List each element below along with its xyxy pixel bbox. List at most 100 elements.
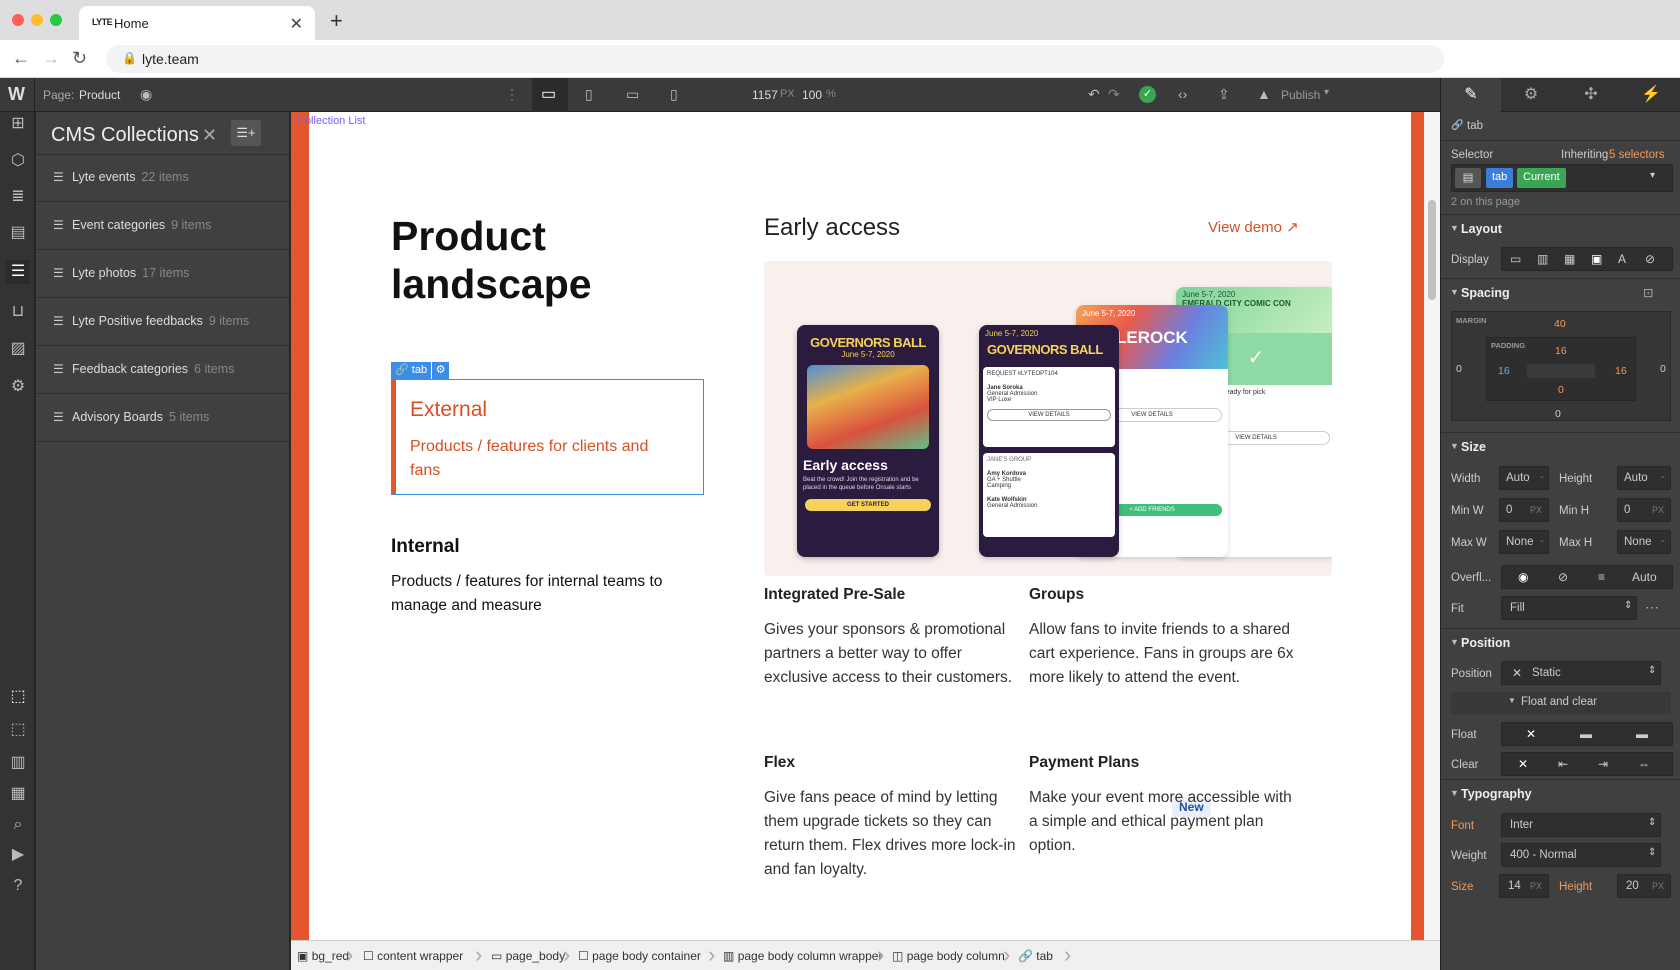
size-section-header[interactable]: ▼ Size <box>1441 432 1680 460</box>
collection-item[interactable]: ☰ Event categories 9 items <box>36 202 290 250</box>
style-manager-icon[interactable]: ✣ <box>1561 78 1621 112</box>
width-field[interactable]: Auto - <box>1499 466 1549 490</box>
webflow-logo-icon[interactable]: W <box>8 84 25 105</box>
grid-overlay-icon[interactable]: ▥ <box>6 751 30 775</box>
maximize-window-button[interactable] <box>50 14 62 26</box>
margin-bottom-value[interactable]: 0 <box>1555 408 1561 420</box>
close-window-button[interactable] <box>12 14 24 26</box>
symbols-cube-icon[interactable]: ⬡ <box>6 149 30 173</box>
collection-item[interactable]: ☰ Feedback categories 6 items <box>36 346 290 394</box>
collection-item[interactable]: ☰ Advisory Boards 5 items <box>36 394 290 442</box>
overflow-auto-button[interactable]: Auto <box>1632 570 1657 584</box>
clear-right-icon[interactable]: ⇥ <box>1598 757 1608 771</box>
page-name[interactable]: Product <box>79 88 120 102</box>
add-collection-button[interactable]: ☰+ <box>231 120 261 146</box>
selector-field[interactable]: ▤ tab Current ▾ <box>1451 164 1673 192</box>
collection-item[interactable]: ☰ Lyte photos 17 items <box>36 250 290 298</box>
clear-left-icon[interactable]: ⇤ <box>1558 757 1568 771</box>
clear-none-icon[interactable]: ✕ <box>1518 757 1528 771</box>
float-clear-toggle[interactable]: ▼ Float and clear <box>1451 692 1671 714</box>
padding-bottom-value[interactable]: 0 <box>1558 384 1564 396</box>
publish-chevron-down-icon[interactable]: ▾ <box>1324 87 1329 98</box>
tab-internal-desc[interactable]: Products / features for internal teams t… <box>391 570 681 618</box>
cms-database-icon[interactable]: ☰ <box>6 260 30 284</box>
selector-chevron-down-icon[interactable]: ▾ <box>1650 170 1655 181</box>
font-size-field[interactable]: 14 PX <box>1499 874 1549 898</box>
overflow-scroll-icon[interactable]: ≡ <box>1598 570 1605 584</box>
redo-icon[interactable]: ↷ <box>1108 86 1120 103</box>
style-brush-icon[interactable]: ✎ <box>1441 78 1501 112</box>
preview-eye-icon[interactable]: ◉ <box>140 86 152 103</box>
display-block-icon[interactable]: ▭ <box>1510 252 1521 266</box>
display-flex-icon[interactable]: ▥ <box>1537 252 1548 266</box>
canvas-width-value[interactable]: 1157 <box>752 88 778 102</box>
fit-select[interactable]: Fill ⇕ <box>1501 596 1637 620</box>
close-tab-icon[interactable]: ✕ <box>290 14 303 34</box>
selector-chip-current[interactable]: Current <box>1517 168 1566 188</box>
interactions-bolt-icon[interactable]: ⚡ <box>1621 78 1680 112</box>
spacing-section-header[interactable]: ▼ Spacing ⊡ <box>1441 278 1680 306</box>
code-icon[interactable]: ‹› <box>1178 86 1187 102</box>
select-cursor-icon[interactable]: ⬚ <box>6 685 30 709</box>
settings-gear-icon[interactable]: ⚙ <box>6 375 30 399</box>
breadcrumb-item[interactable]: ▭ page_body <box>491 949 565 963</box>
search-icon[interactable]: ⌕ <box>6 813 30 837</box>
forward-icon[interactable]: → <box>42 48 60 69</box>
settings-gear-icon[interactable]: ⚙ <box>1501 78 1561 112</box>
breadcrumb-item[interactable]: ▥ page body column wrapper <box>723 949 882 963</box>
design-canvas[interactable]: Collection List Product landscape 🔗 tab … <box>291 112 1440 940</box>
scrollbar-thumb[interactable] <box>1428 200 1436 300</box>
min-width-field[interactable]: 0 PX <box>1499 498 1549 522</box>
margin-left-value[interactable]: 0 <box>1456 363 1462 375</box>
layout-panel-icon[interactable]: ▦ <box>6 782 30 806</box>
display-inline-block-icon[interactable]: ▣ <box>1591 252 1602 266</box>
overflow-visible-eye-icon[interactable]: ◉ <box>1518 570 1528 584</box>
breadcrumb-item[interactable]: ☐ content wrapper <box>363 949 463 963</box>
collection-item[interactable]: ☰ Lyte Positive feedbacks 9 items <box>36 298 290 346</box>
product-landscape-heading[interactable]: Product landscape <box>391 212 651 308</box>
add-elements-icon[interactable]: ⊞ <box>6 112 30 136</box>
padding-top-value[interactable]: 16 <box>1555 345 1567 357</box>
breakpoint-tablet-icon[interactable]: ▯ <box>585 86 593 103</box>
display-inline-icon[interactable]: A <box>1618 252 1626 266</box>
element-settings-icon[interactable]: ⚙ <box>432 362 449 379</box>
publish-button[interactable]: Publish <box>1281 88 1320 102</box>
breadcrumb-item[interactable]: 🔗 tab <box>1018 949 1053 963</box>
inheriting-selectors-link[interactable]: 5 selectors <box>1609 149 1665 161</box>
position-select[interactable]: ✕ Static ⇕ <box>1501 661 1661 685</box>
video-tutorials-icon[interactable]: ▶ <box>6 843 30 867</box>
float-left-icon[interactable]: ▬ <box>1580 727 1592 741</box>
preview-selection-icon[interactable]: ⬚ <box>6 718 30 742</box>
browser-tab[interactable]: LYTE Home ✕ <box>79 6 315 40</box>
selector-type-icon[interactable]: ▤ <box>1455 168 1481 188</box>
display-grid-icon[interactable]: ▦ <box>1564 252 1575 266</box>
undo-icon[interactable]: ↶ <box>1088 86 1100 103</box>
min-height-field[interactable]: 0 PX <box>1617 498 1671 522</box>
max-height-field[interactable]: None - <box>1617 530 1671 554</box>
breadcrumb-item[interactable]: ▣ bg_red <box>297 949 349 963</box>
overflow-hidden-icon[interactable]: ⊘ <box>1558 570 1568 584</box>
canvas-scrollbar[interactable] <box>1424 112 1440 940</box>
max-width-field[interactable]: None - <box>1499 530 1549 554</box>
line-height-field[interactable]: 20 PX <box>1617 874 1671 898</box>
typography-section-header[interactable]: ▼ Typography <box>1441 779 1680 807</box>
close-panel-icon[interactable]: ✕ <box>202 125 217 146</box>
back-icon[interactable]: ← <box>12 48 30 69</box>
minimize-window-button[interactable] <box>31 14 43 26</box>
breakpoint-mobile-icon[interactable]: ▯ <box>670 86 678 103</box>
breadcrumb-item[interactable]: ◫ page body column <box>892 949 1005 963</box>
float-none-icon[interactable]: ✕ <box>1526 727 1536 741</box>
padding-right-value[interactable]: 16 <box>1615 365 1627 377</box>
display-none-icon[interactable]: ⊘ <box>1645 252 1655 266</box>
help-icon[interactable]: ? <box>6 874 30 898</box>
view-demo-link[interactable]: View demo ↗ <box>1208 218 1299 236</box>
margin-top-value[interactable]: 40 <box>1554 318 1566 330</box>
layout-section-header[interactable]: ▼ Layout <box>1441 214 1680 242</box>
spacing-preset-icon[interactable]: ⊡ <box>1643 285 1653 300</box>
url-field[interactable]: 🔒 lyte.team <box>106 45 1444 73</box>
float-right-icon[interactable]: ▬ <box>1636 727 1648 741</box>
selector-chip-tab[interactable]: tab <box>1486 168 1514 188</box>
more-dots-icon[interactable]: ⋯ <box>1645 599 1659 616</box>
tab-internal-title[interactable]: Internal <box>391 536 460 558</box>
more-options-icon[interactable]: ⋮ <box>505 86 519 103</box>
